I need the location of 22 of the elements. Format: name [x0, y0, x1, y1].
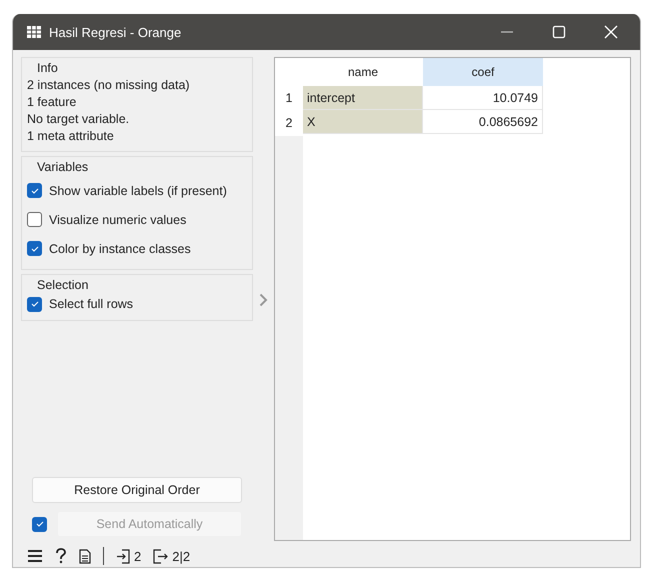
row-number[interactable]: 2 — [275, 111, 303, 136]
table-cell: 10.0749 — [423, 86, 543, 110]
output-count: 2|2 — [172, 548, 190, 564]
table-cell: intercept — [303, 86, 423, 110]
input-count: 2 — [134, 548, 142, 564]
info-text: No target variable. — [27, 111, 130, 128]
checkbox-label[interactable]: Visualize numeric values — [49, 212, 186, 226]
restore-order-button[interactable]: Restore Original Order — [32, 477, 242, 503]
checkbox-label[interactable]: Color by instance classes — [49, 242, 191, 256]
checkbox-label[interactable]: Show variable labels (if present) — [49, 184, 227, 198]
table-cell: X — [303, 110, 423, 134]
box-title: Selection — [36, 277, 90, 294]
box-title: Info — [36, 60, 59, 77]
box-title: Variables — [36, 159, 90, 176]
info-text: 1 feature — [27, 94, 78, 111]
window-title: Hasil Regresi - Orange — [49, 24, 182, 40]
column-header[interactable]: coef — [423, 58, 543, 86]
info-text: 2 instances (no missing data) — [27, 77, 191, 94]
checkbox-label[interactable]: Select full rows — [49, 297, 134, 311]
table-cell: 0.0865692 — [423, 110, 543, 134]
info-text: 1 meta attribute — [27, 128, 115, 145]
row-number[interactable]: 1 — [275, 86, 303, 111]
